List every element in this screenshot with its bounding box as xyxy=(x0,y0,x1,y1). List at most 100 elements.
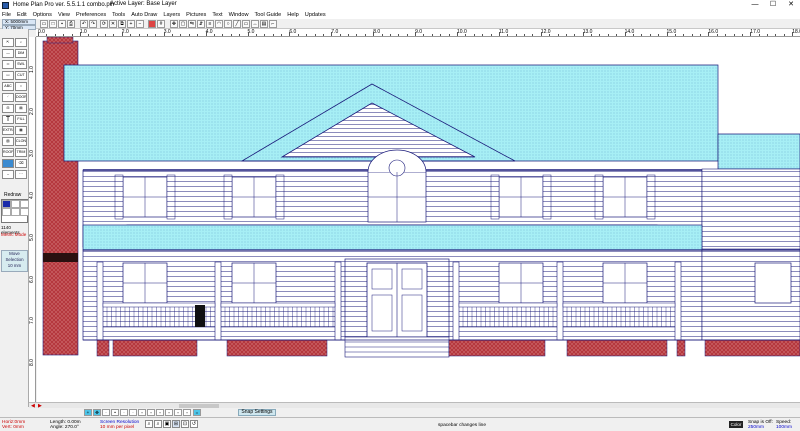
text-tool-icon[interactable]: T xyxy=(2,115,14,124)
color-swatch[interactable] xyxy=(11,208,20,216)
view-square-icon[interactable]: ▫ xyxy=(183,409,191,416)
view-square-icon[interactable]: ▫ xyxy=(165,409,173,416)
color-button[interactable]: Color xyxy=(729,421,743,428)
arc-icon[interactable]: ◠ xyxy=(215,20,223,28)
extra-tool-icon[interactable]: EXTRA xyxy=(2,126,14,135)
zoom-out-icon[interactable]: − xyxy=(136,20,144,28)
view-dot-icon[interactable]: · xyxy=(102,409,110,416)
move-selection-box[interactable]: Move Selection 10 mm xyxy=(1,250,28,272)
grid-icon[interactable]: # xyxy=(157,20,165,28)
pan-icon[interactable]: ✥ xyxy=(93,409,101,416)
menu-tool-guide[interactable]: Tool Guide xyxy=(255,12,282,18)
zoom-extents-icon[interactable]: ⊡ xyxy=(181,420,189,428)
menu-help[interactable]: Help xyxy=(287,12,299,18)
redraw-button[interactable]: Redraw xyxy=(4,192,21,198)
grid-tool-icon[interactable]: ⋯ xyxy=(15,170,27,179)
circle-icon[interactable]: ○ xyxy=(224,20,232,28)
flip-icon[interactable]: ⇵ xyxy=(197,20,205,28)
move-icon[interactable]: ✥ xyxy=(170,20,178,28)
line-icon[interactable]: ╱ xyxy=(233,20,241,28)
fill-tool-icon[interactable]: FILL xyxy=(15,115,27,124)
pointer-tool-icon[interactable]: ⇱ xyxy=(2,38,14,47)
view-dot-icon[interactable]: · xyxy=(120,409,128,416)
rotate-icon[interactable]: ⟳ xyxy=(100,20,108,28)
copy-icon[interactable]: ⧉ xyxy=(118,20,126,28)
hatch-tool-icon[interactable]: ▧ xyxy=(2,137,14,146)
clone-tool-icon[interactable]: CLONE xyxy=(15,137,27,146)
menu-view[interactable]: View xyxy=(58,12,70,18)
zoom-previous-icon[interactable]: ↺ xyxy=(190,420,198,428)
cut-tool-icon[interactable]: CUT xyxy=(15,71,27,80)
new-file-icon[interactable]: □ xyxy=(49,20,57,28)
close-button[interactable]: ✕ xyxy=(782,0,800,10)
delete-icon[interactable]: ✕ xyxy=(109,20,117,28)
menu-tools[interactable]: Tools xyxy=(112,12,125,18)
line-tool-icon[interactable]: ― xyxy=(2,49,14,58)
layer-tool-icon[interactable] xyxy=(2,159,14,168)
view-square-icon[interactable]: ▫ xyxy=(156,409,164,416)
drawing-canvas[interactable] xyxy=(37,37,800,402)
symbol-tool-icon[interactable]: ▦ xyxy=(15,126,27,135)
menu-updates[interactable]: Updates xyxy=(305,12,326,18)
circle-tool-icon[interactable]: ○ xyxy=(15,82,27,91)
door-tool-icon[interactable]: DOOR xyxy=(15,93,27,102)
zoom-all-icon[interactable]: ⊞ xyxy=(172,420,180,428)
undo-icon[interactable]: ↶ xyxy=(80,20,88,28)
eraser-tool-icon[interactable]: ⌫ xyxy=(15,159,27,168)
snap-settings-button[interactable]: Snap Settings xyxy=(238,409,276,416)
open-file-icon[interactable]: ▭ xyxy=(40,20,48,28)
save-icon[interactable]: ▪ xyxy=(58,20,66,28)
maximize-button[interactable]: ☐ xyxy=(764,0,782,10)
menu-preferences[interactable]: Preferences xyxy=(76,12,106,18)
menu-layers[interactable]: Layers xyxy=(163,12,180,18)
abc-tool-icon[interactable]: ABC xyxy=(2,82,14,91)
menu-file[interactable]: File xyxy=(2,12,11,18)
zoom-window-icon[interactable]: ▣ xyxy=(163,420,171,428)
view-dot-icon[interactable]: · xyxy=(129,409,137,416)
add-icon[interactable]: + xyxy=(84,409,92,416)
metric-mode-label[interactable]: Metric Mode xyxy=(1,232,26,237)
dim-tool-icon[interactable]: DIM xyxy=(15,49,27,58)
menu-text[interactable]: Text xyxy=(212,12,222,18)
stairs-icon[interactable]: ⌐ xyxy=(269,20,277,28)
view-square-icon[interactable]: ▫ xyxy=(174,409,182,416)
zoom-in-icon[interactable]: + xyxy=(127,20,135,28)
trim-tool-icon[interactable]: TRIM xyxy=(15,148,27,157)
view-square-icon[interactable]: ▫ xyxy=(147,409,155,416)
arc-tool-icon[interactable]: ◜ xyxy=(2,93,14,102)
color-swatch[interactable] xyxy=(11,200,20,208)
view-red-icon[interactable]: • xyxy=(111,409,119,416)
menu-edit[interactable]: Edit xyxy=(17,12,27,18)
print-icon[interactable]: ⎙ xyxy=(67,20,75,28)
menu-window[interactable]: Window xyxy=(229,12,249,18)
roof-tool-icon[interactable]: ROOF xyxy=(2,148,14,157)
swl-tool-icon[interactable]: SWL xyxy=(15,60,27,69)
menu-pictures[interactable]: Pictures xyxy=(186,12,206,18)
ruler-tick-label: 6.0 xyxy=(29,275,35,283)
mirror-icon[interactable]: ⇋ xyxy=(188,20,196,28)
measure-tool-icon[interactable]: ↔ xyxy=(2,170,14,179)
select-icon[interactable]: ▢ xyxy=(179,20,187,28)
rect-icon[interactable]: ▭ xyxy=(242,20,250,28)
color-swatch[interactable] xyxy=(2,208,11,216)
stairs-tool-icon[interactable]: ▤ xyxy=(15,104,27,113)
measure-icon[interactable]: ↔ xyxy=(251,20,259,28)
view-square-icon[interactable]: ▫ xyxy=(138,409,146,416)
color-icon[interactable] xyxy=(148,20,156,28)
zoom-in-icon[interactable]: ⌕ xyxy=(145,420,153,428)
color-swatch[interactable] xyxy=(20,208,29,216)
wall-tool-icon[interactable]: ═ xyxy=(2,60,14,69)
hatch-icon[interactable]: ▤ xyxy=(260,20,268,28)
minimize-button[interactable]: — xyxy=(746,0,764,10)
menu-auto-draw[interactable]: Auto Draw xyxy=(131,12,157,18)
redo-icon[interactable]: ↷ xyxy=(89,20,97,28)
align-icon[interactable]: ≡ xyxy=(206,20,214,28)
rectangle-tool-icon[interactable]: ▭ xyxy=(2,71,14,80)
zoom-fit-icon[interactable]: = xyxy=(193,409,201,416)
color-swatch[interactable] xyxy=(20,200,29,208)
zoom-out-icon[interactable]: ⌕ xyxy=(154,420,162,428)
color-swatch[interactable] xyxy=(2,200,11,208)
zoom-tool-icon[interactable]: ⌕ xyxy=(15,38,27,47)
menu-options[interactable]: Options xyxy=(33,12,52,18)
window-tool-icon[interactable]: ⊟ xyxy=(2,104,14,113)
